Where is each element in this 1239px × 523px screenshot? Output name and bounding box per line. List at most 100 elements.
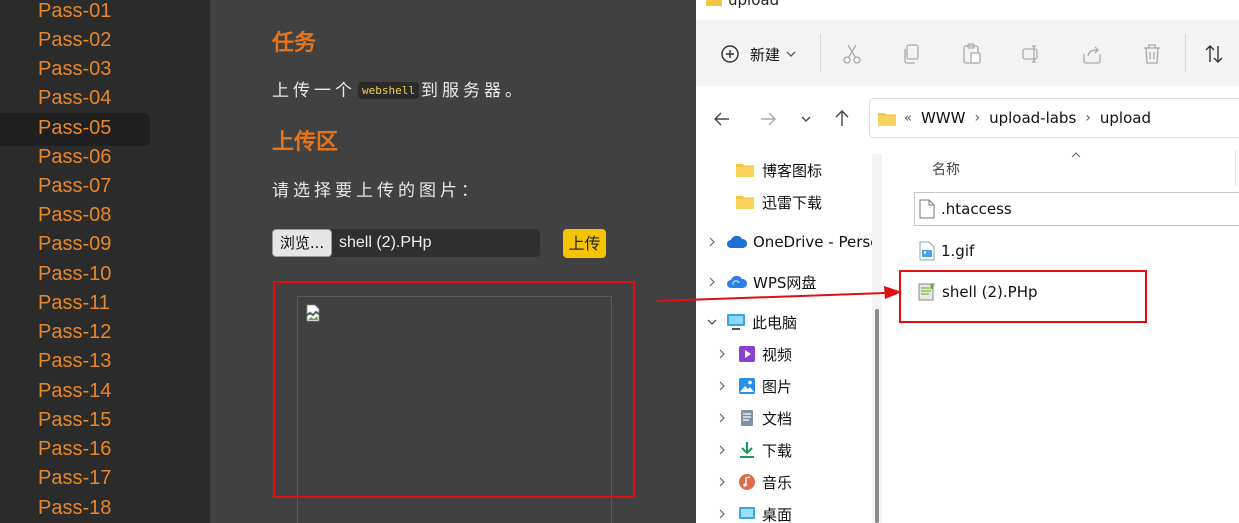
sidebar: Pass-01 Pass-02 Pass-03 Pass-04 Pass-05 … [0,0,210,523]
wps-cloud-icon [727,275,748,288]
documents-icon [741,410,753,426]
gif-icon [919,241,935,261]
back-arrow-icon[interactable] [713,110,731,128]
nav-item-wps-cloud[interactable]: WPS网盘 [726,268,816,296]
file-row-gif[interactable]: 1.gif [914,234,1239,268]
sidebar-item-pass-07[interactable]: Pass-07 [0,172,150,201]
nav-item-label: 此电脑 [752,313,798,332]
folder-icon [706,0,722,6]
nav-item-label: 下载 [762,441,793,460]
sort-ascending-icon [1071,152,1081,158]
chevron-right-icon[interactable] [716,476,728,488]
breadcrumb-upload-labs[interactable]: upload-labs [989,109,1076,127]
browse-button[interactable]: 浏览... [272,229,332,257]
nav-item-music[interactable]: 音乐 [738,468,792,496]
file-icon [919,199,935,219]
sidebar-item-pass-08[interactable]: Pass-08 [0,201,150,230]
sidebar-item-pass-13[interactable]: Pass-13 [0,347,150,376]
paste-icon[interactable] [960,42,984,66]
nav-item-label: 视频 [762,345,793,364]
nav-item-downloads[interactable]: 下载 [738,436,792,464]
column-header-name[interactable]: 名称 [932,159,960,179]
selected-file-name: shell (2).PHp [339,234,432,251]
overflow-chevron-icon[interactable]: « [904,111,912,126]
sidebar-item-pass-03[interactable]: Pass-03 [0,55,150,84]
sidebar-item-pass-10[interactable]: Pass-10 [0,260,150,289]
download-icon [740,442,754,458]
pc-icon [727,314,745,330]
share-icon[interactable] [1080,42,1104,66]
nav-item-onedrive[interactable]: OneDrive - Perso [726,228,879,256]
file-input[interactable]: 浏览... shell (2).PHp [272,229,540,257]
chevron-right-icon[interactable] [706,236,718,248]
chevron-right-icon[interactable] [716,508,728,520]
sidebar-item-pass-04[interactable]: Pass-04 [0,84,150,113]
task-text-before: 上传一个 [272,81,356,101]
command-bar: 新建 [696,20,1239,86]
address-bar[interactable]: « WWW › upload-labs › upload [869,98,1239,138]
nav-item-desktop[interactable]: 桌面 [738,500,792,523]
nav-item-videos[interactable]: 视频 [738,340,792,368]
breadcrumb-separator-icon: › [974,110,981,126]
chevron-right-icon[interactable] [716,380,728,392]
file-row-htaccess[interactable]: .htaccess [914,192,1239,226]
nav-item-xunlei-downloads[interactable]: 迅雷下载 [736,188,822,216]
sidebar-item-pass-16[interactable]: Pass-16 [0,435,150,464]
folder-icon [736,196,754,209]
sidebar-item-pass-11[interactable]: Pass-11 [0,289,150,318]
sidebar-item-pass-01[interactable]: Pass-01 [0,0,150,26]
navigation-bar: « WWW › upload-labs › upload [696,86,1239,150]
file-explorer-window: upload 新建 « WWW › upload-labs › upload 博… [696,0,1239,523]
nav-item-label: 桌面 [762,505,793,523]
highlight-box-preview [273,281,635,498]
new-button-label: 新建 [750,45,781,64]
sidebar-item-pass-05[interactable]: Pass-05 [0,113,150,146]
forward-arrow-icon[interactable] [759,110,777,128]
nav-item-this-pc[interactable]: 此电脑 [726,308,797,336]
nav-item-label: OneDrive - Perso [753,233,880,251]
upload-button[interactable]: 上传 [563,229,606,258]
nav-item-documents[interactable]: 文档 [738,404,792,432]
sidebar-item-pass-15[interactable]: Pass-15 [0,406,150,435]
cut-icon[interactable] [840,42,864,66]
file-name: 1.gif [941,242,975,260]
column-divider[interactable] [1235,150,1236,186]
chevron-right-icon[interactable] [716,444,728,456]
nav-scrollbar[interactable] [872,154,882,523]
webshell-code: webshell [358,82,419,99]
task-heading: 任务 [272,31,317,56]
window-title: upload [706,0,779,9]
nav-item-label: 迅雷下载 [762,193,823,212]
up-arrow-icon[interactable] [833,109,851,127]
new-button[interactable]: 新建 [720,40,796,68]
music-icon [739,474,755,490]
sidebar-item-pass-17[interactable]: Pass-17 [0,464,150,493]
nav-item-label: 图片 [762,377,793,396]
sidebar-item-pass-14[interactable]: Pass-14 [0,377,150,406]
chevron-right-icon[interactable] [706,276,718,288]
chevron-right-icon[interactable] [716,412,728,424]
nav-item-blog-icons[interactable]: 博客图标 [736,156,822,184]
breadcrumb-upload[interactable]: upload [1100,109,1151,127]
sidebar-item-pass-06[interactable]: Pass-06 [0,143,150,172]
chevron-right-icon[interactable] [716,348,728,360]
task-text-after: 到服务器。 [420,81,526,101]
breadcrumb-www[interactable]: WWW [921,109,966,127]
recent-locations-chevron-icon[interactable] [800,114,812,124]
delete-icon[interactable] [1140,42,1164,66]
sidebar-item-pass-12[interactable]: Pass-12 [0,318,150,347]
folder-icon [736,164,754,177]
upload-prompt: 请选择要上传的图片： [272,181,482,201]
sidebar-item-pass-18[interactable]: Pass-18 [0,494,150,523]
sidebar-item-pass-02[interactable]: Pass-02 [0,26,150,55]
sort-icon[interactable] [1203,42,1227,66]
window-title-text: upload [728,0,780,9]
pictures-icon [739,378,755,394]
rename-icon[interactable] [1020,42,1044,66]
nav-scrollbar-thumb[interactable] [875,309,879,523]
copy-icon[interactable] [900,42,924,66]
chevron-down-icon[interactable] [706,316,718,328]
folder-icon [878,112,896,126]
sidebar-item-pass-09[interactable]: Pass-09 [0,230,150,259]
nav-item-pictures[interactable]: 图片 [738,372,792,400]
